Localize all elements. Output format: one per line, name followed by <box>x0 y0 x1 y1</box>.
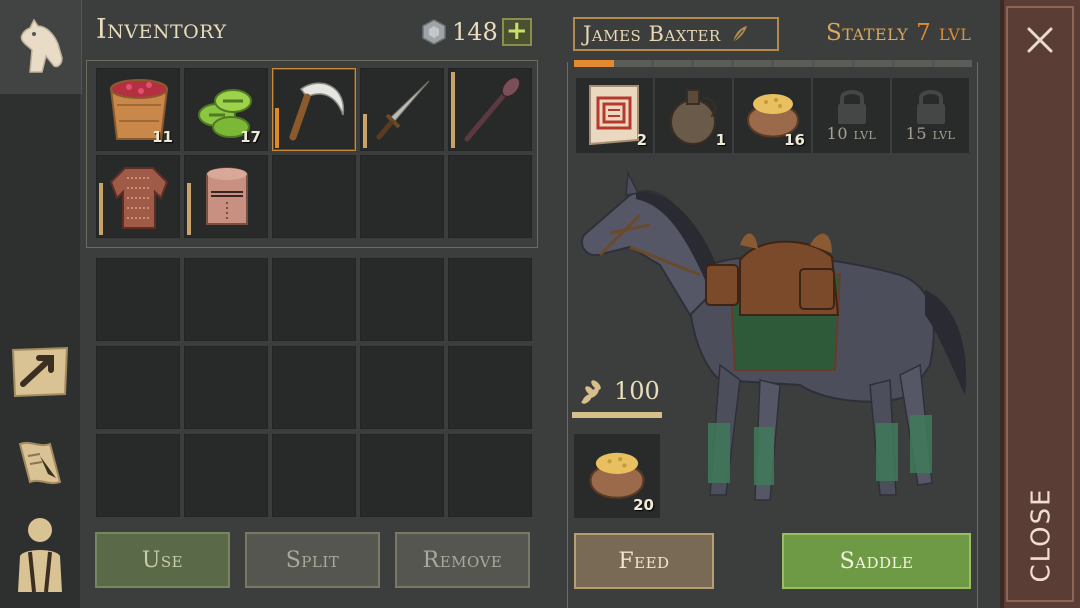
horse-slot-flask[interactable]: 1 <box>655 78 732 153</box>
horse-name-field[interactable]: James Baxter <box>573 17 779 51</box>
rank-label: Stately <box>826 20 909 46</box>
knight-helmet-icon <box>206 167 248 225</box>
inventory-slot-empty[interactable] <box>360 258 444 341</box>
currency-count: 148 <box>452 18 498 46</box>
feed-button[interactable]: Feed <box>574 533 714 589</box>
horse-level: 7 <box>916 20 932 46</box>
lock-icon <box>838 90 866 124</box>
xp-progress-fill <box>574 60 614 67</box>
currency-display: 148 + <box>420 18 532 46</box>
chainmail-shirt-icon <box>109 167 169 229</box>
use-button[interactable]: Use <box>95 532 230 588</box>
inventory-slot-empty[interactable] <box>448 155 532 238</box>
inventory-slot-sickle[interactable] <box>272 68 356 151</box>
sickle-icon <box>289 82 345 141</box>
inventory-slot-empty[interactable] <box>272 155 356 238</box>
item-qty: 20 <box>633 496 654 514</box>
unlock-level: 15 lvl <box>905 124 956 143</box>
satiety-display: 100 <box>578 377 660 405</box>
inventory-slot-empty[interactable] <box>360 434 444 517</box>
inventory-slot-empty[interactable] <box>96 346 180 429</box>
inventory-title: Inventory <box>96 14 227 45</box>
item-qty: 2 <box>636 131 647 149</box>
durability-bar <box>275 108 279 148</box>
horse-head-icon <box>8 14 72 78</box>
split-button[interactable]: Split <box>245 532 380 588</box>
close-label: CLOSE <box>1027 487 1058 583</box>
remove-button[interactable]: Remove <box>395 532 530 588</box>
inventory-slot-berry-bucket[interactable]: 11 <box>96 68 180 151</box>
mace-icon <box>464 76 521 142</box>
durability-bar <box>451 72 455 148</box>
horse-slot-locked: 10 lvl <box>813 78 890 153</box>
character-icon[interactable] <box>8 518 72 592</box>
close-icon[interactable] <box>1018 18 1062 62</box>
inventory-slot-empty[interactable] <box>96 434 180 517</box>
saddle-button[interactable]: Saddle <box>782 533 971 589</box>
horse-slot-scroll[interactable]: 2 <box>576 78 653 153</box>
inventory-slot-empty[interactable] <box>448 258 532 341</box>
inventory-grid-top: 11 17 <box>96 68 532 238</box>
item-qty: 17 <box>240 128 261 146</box>
inventory-grid-bottom <box>96 258 532 518</box>
feather-edit-icon <box>732 26 747 43</box>
durability-bar <box>187 183 191 235</box>
horse-name: James Baxter <box>583 22 721 46</box>
inventory-slot-sword[interactable] <box>360 68 444 151</box>
inventory-slot-empty[interactable] <box>360 155 444 238</box>
unlock-level: 10 lvl <box>826 124 877 143</box>
inventory-slot-empty[interactable] <box>184 346 268 429</box>
item-qty: 1 <box>715 131 726 149</box>
lock-icon <box>917 90 945 124</box>
durability-bar <box>99 183 103 235</box>
gem-coin-icon <box>422 19 446 45</box>
inventory-slot-empty[interactable] <box>272 346 356 429</box>
sword-icon <box>376 80 430 140</box>
satiety-value: 100 <box>614 377 660 405</box>
item-qty: 11 <box>152 128 173 146</box>
inventory-slot-helmet[interactable] <box>184 155 268 238</box>
inventory-slot-empty[interactable] <box>272 258 356 341</box>
satiety-bar <box>572 412 662 418</box>
item-qty: 16 <box>784 131 805 149</box>
inventory-slot-green-crop[interactable]: 17 <box>184 68 268 151</box>
inventory-slot-chainmail[interactable] <box>96 155 180 238</box>
horse-slot-locked: 15 lvl <box>892 78 969 153</box>
inventory-slot-empty[interactable] <box>360 346 444 429</box>
horse-rank: Stately 7 lvl <box>826 20 971 46</box>
add-currency-button[interactable]: + <box>501 18 532 46</box>
inventory-slot-empty[interactable] <box>184 434 268 517</box>
horse-slot-feed-sack[interactable]: 16 <box>734 78 811 153</box>
inventory-slot-empty[interactable] <box>448 346 532 429</box>
inventory-slot-empty[interactable] <box>184 258 268 341</box>
inventory-slot-mace[interactable] <box>448 68 532 151</box>
xp-progress-bar <box>574 60 972 67</box>
level-unit: lvl <box>939 20 972 46</box>
map-icon[interactable] <box>8 339 72 403</box>
durability-bar <box>363 114 367 148</box>
inventory-slot-empty[interactable] <box>448 434 532 517</box>
inventory-slot-empty[interactable] <box>272 434 356 517</box>
wheat-icon <box>581 380 601 404</box>
inventory-slot-empty[interactable] <box>96 258 180 341</box>
feed-slot[interactable]: 20 <box>574 434 660 518</box>
quest-scroll-icon[interactable] <box>8 432 72 496</box>
close-button[interactable]: CLOSE <box>1020 487 1064 583</box>
